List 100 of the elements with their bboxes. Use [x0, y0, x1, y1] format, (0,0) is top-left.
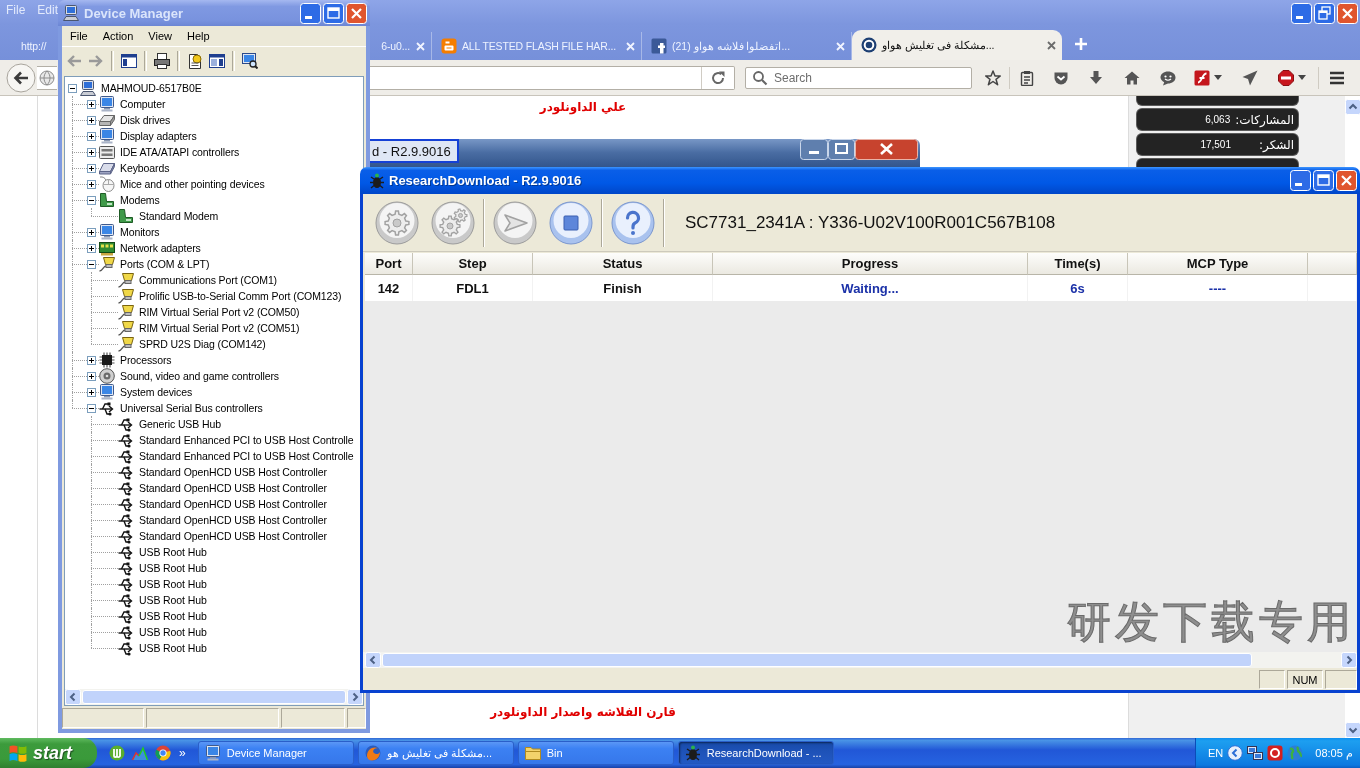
- horizontal-scrollbar[interactable]: [65, 689, 363, 705]
- tree-item[interactable]: Network adapters: [119, 241, 202, 255]
- tree-item[interactable]: RIM Virtual Serial Port v2 (COM50): [138, 305, 301, 319]
- expand-icon[interactable]: [87, 371, 96, 381]
- tree-item[interactable]: SPRD U2S Diag (COM142): [138, 337, 267, 351]
- tree-item[interactable]: USB Root Hub: [138, 625, 208, 639]
- horizontal-scrollbar[interactable]: [363, 652, 1357, 668]
- caret-icon[interactable]: [1298, 75, 1306, 80]
- tree-item[interactable]: Processors: [119, 353, 173, 367]
- tree-item[interactable]: USB Root Hub: [138, 561, 208, 575]
- close-icon[interactable]: [855, 139, 918, 160]
- chevron-icon[interactable]: [1227, 745, 1244, 761]
- maximize-icon[interactable]: [828, 139, 855, 160]
- column-header[interactable]: Progress: [713, 253, 1028, 275]
- tree-item[interactable]: USB Root Hub: [138, 641, 208, 655]
- expand-icon[interactable]: [87, 227, 96, 237]
- tree-item[interactable]: USB Root Hub: [138, 609, 208, 623]
- expand-icon[interactable]: [87, 147, 96, 157]
- back-icon[interactable]: [6, 62, 36, 93]
- tree-item[interactable]: Modems: [119, 193, 161, 207]
- ring-logo-icon[interactable]: [155, 745, 171, 761]
- expand-icon[interactable]: [87, 115, 96, 125]
- home-icon[interactable]: [1124, 69, 1140, 86]
- expand-icon[interactable]: [87, 99, 96, 109]
- tree-item[interactable]: Disk drives: [119, 113, 172, 127]
- collapse-icon[interactable]: [87, 195, 96, 205]
- search-field[interactable]: Search: [745, 66, 972, 89]
- tree-item[interactable]: Keyboards: [119, 161, 171, 175]
- collapse-icon[interactable]: [87, 403, 96, 413]
- restore-icon[interactable]: [1314, 3, 1335, 24]
- monitor-search-icon[interactable]: [242, 52, 258, 69]
- column-header[interactable]: Step: [413, 253, 533, 275]
- scrollbar-thumb[interactable]: [82, 690, 346, 704]
- download-icon[interactable]: [1088, 69, 1104, 86]
- help-icon[interactable]: [611, 200, 655, 245]
- expand-icon[interactable]: [87, 179, 96, 189]
- taskbar-button[interactable]: ResearchDownload - ...: [677, 741, 834, 765]
- taskbar-button[interactable]: مشكلة فى تغليش هو...: [357, 741, 514, 765]
- tree-item[interactable]: Ports (COM & LPT): [119, 257, 211, 271]
- circle-logo-icon[interactable]: [109, 745, 125, 761]
- tree-item[interactable]: Communications Port (COM1): [138, 273, 279, 287]
- menu-item[interactable]: Action: [96, 30, 140, 42]
- expand-icon[interactable]: [87, 243, 96, 253]
- tree-item[interactable]: Mice and other pointing devices: [119, 177, 266, 191]
- expand-icon[interactable]: [87, 163, 96, 173]
- stop-icon[interactable]: [549, 200, 593, 245]
- expand-icon[interactable]: [87, 355, 96, 365]
- tree-item[interactable]: Standard OpenHCD USB Host Controller: [138, 513, 328, 527]
- close-icon[interactable]: [1047, 40, 1056, 50]
- tree-item[interactable]: Display adapters: [119, 129, 198, 143]
- tree-item[interactable]: RIM Virtual Serial Port v2 (COM51): [138, 321, 301, 335]
- tree-item[interactable]: IDE ATA/ATAPI controllers: [119, 145, 241, 159]
- tree-item[interactable]: Monitors: [119, 225, 161, 239]
- collapse-icon[interactable]: [87, 259, 96, 269]
- tree-item[interactable]: Standard OpenHCD USB Host Controller: [138, 497, 328, 511]
- expand-icon[interactable]: [87, 387, 96, 397]
- taskbar-button[interactable]: Bin: [517, 741, 674, 765]
- up-arrow-icon[interactable]: [1345, 99, 1360, 115]
- column-header[interactable]: Status: [533, 253, 713, 275]
- star-icon[interactable]: [985, 69, 1001, 86]
- tree-item[interactable]: USB Root Hub: [138, 577, 208, 591]
- tree-item[interactable]: MAHMOUD-6517B0E: [100, 81, 203, 95]
- column-header[interactable]: Port: [365, 253, 413, 275]
- plus-icon[interactable]: [1074, 37, 1088, 51]
- collapse-icon[interactable]: [68, 83, 77, 93]
- menu-item[interactable]: View: [142, 30, 178, 42]
- menu-icon[interactable]: [1329, 69, 1345, 86]
- tree-item[interactable]: Standard Enhanced PCI to USB Host Controlle: [138, 433, 355, 447]
- language-indicator[interactable]: EN: [1208, 747, 1224, 759]
- panel-icon[interactable]: [121, 52, 137, 69]
- expand-icon[interactable]: [87, 131, 96, 141]
- browser-tab[interactable]: مشكلة فى تغليش هواو...: [852, 30, 1062, 60]
- reload-icon[interactable]: [710, 69, 726, 86]
- tree-item[interactable]: Standard Modem: [138, 209, 220, 223]
- chat-smiley-icon[interactable]: [1160, 69, 1176, 86]
- tree-item[interactable]: Prolific USB-to-Serial Comm Port (COM123): [138, 289, 343, 303]
- tree-item[interactable]: Universal Serial Bus controllers: [119, 401, 264, 415]
- ring-tile-icon[interactable]: [1267, 745, 1284, 761]
- panel-icon[interactable]: [209, 52, 225, 69]
- tree-item[interactable]: Standard OpenHCD USB Host Controller: [138, 465, 328, 479]
- tree-item[interactable]: Computer: [119, 97, 167, 111]
- clipboard-icon[interactable]: [1019, 69, 1035, 86]
- tree-item[interactable]: Standard OpenHCD USB Host Controller: [138, 529, 328, 543]
- more-button[interactable]: »: [179, 746, 186, 760]
- down-arrow-icon[interactable]: [1345, 722, 1360, 738]
- scrollbar-thumb[interactable]: [382, 653, 1252, 667]
- network-icon[interactable]: [1247, 745, 1264, 761]
- tree-item[interactable]: Standard Enhanced PCI to USB Host Controlle: [138, 449, 355, 463]
- minimize-icon[interactable]: [800, 139, 828, 160]
- stop-sign-icon[interactable]: [1278, 69, 1294, 86]
- tree-item[interactable]: Sound, video and game controllers: [119, 369, 280, 383]
- tree-item[interactable]: USB Root Hub: [138, 593, 208, 607]
- column-header[interactable]: Time(s): [1028, 253, 1128, 275]
- url-field[interactable]: [370, 65, 735, 90]
- document-icon[interactable]: [187, 52, 203, 69]
- tree-item[interactable]: Standard OpenHCD USB Host Controller: [138, 481, 328, 495]
- start-button[interactable]: start: [0, 738, 97, 768]
- chart-icon[interactable]: [132, 745, 148, 761]
- column-header[interactable]: MCP Type: [1128, 253, 1308, 275]
- printer-icon[interactable]: [154, 52, 170, 69]
